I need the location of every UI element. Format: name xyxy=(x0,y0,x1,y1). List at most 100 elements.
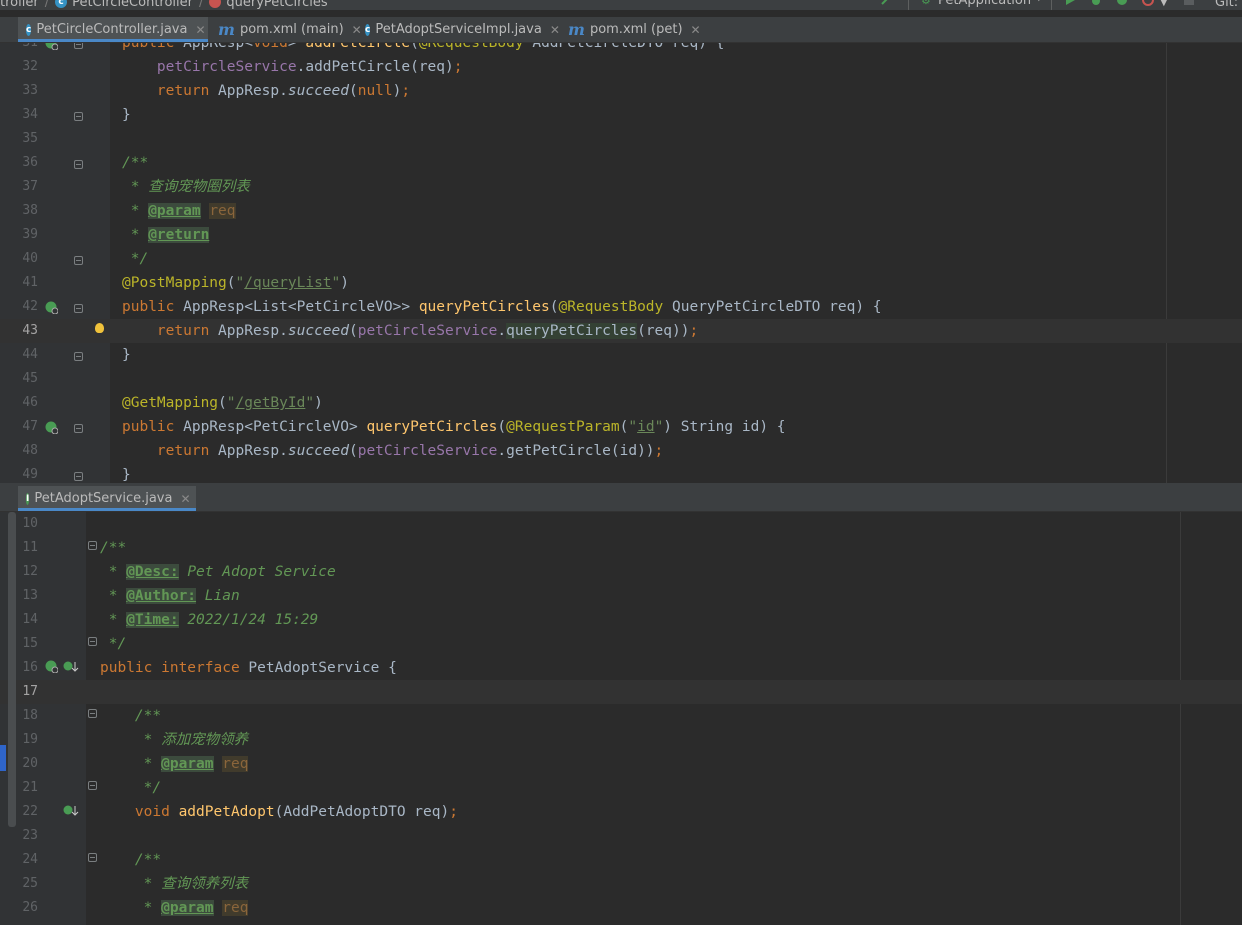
line-number[interactable]: 22 xyxy=(0,800,38,824)
run-configuration-dropdown[interactable]: ⚙ PetApplication ▼ xyxy=(908,0,1052,10)
tab-petadoptserviceimpl[interactable]: c PetAdoptServiceImpl.java ✕ xyxy=(357,17,560,42)
line-number[interactable]: 14 xyxy=(0,608,38,632)
line-number[interactable]: 11 xyxy=(0,536,38,560)
code-line[interactable]: 36 /** xyxy=(0,151,1242,175)
code-text[interactable]: return AppResp.succeed(petCircleService.… xyxy=(122,439,663,463)
code-text[interactable]: /** xyxy=(100,536,126,560)
tab-petcirclecontroller[interactable]: c PetCircleController.java ✕ xyxy=(18,17,208,42)
run-icon[interactable] xyxy=(1064,0,1076,6)
line-number[interactable]: 43 xyxy=(0,319,38,343)
code-text[interactable]: * @return xyxy=(122,223,210,247)
code-text[interactable]: @PostMapping("/queryList") xyxy=(122,271,349,295)
code-line[interactable]: 43 return AppResp.succeed(petCircleServi… xyxy=(0,319,1242,343)
code-text[interactable]: * @param req xyxy=(100,752,249,776)
code-line[interactable]: 35 xyxy=(0,127,1242,151)
spring-bean-icon[interactable] xyxy=(45,43,58,50)
line-number[interactable]: 35 xyxy=(0,127,38,151)
line-number[interactable]: 42 xyxy=(0,295,38,319)
code-text[interactable]: } xyxy=(122,343,131,367)
code-line[interactable]: 34} xyxy=(0,103,1242,127)
code-line[interactable]: 26 * @param req xyxy=(0,896,1242,920)
code-text[interactable]: public AppResp<List<PetCircleVO>> queryP… xyxy=(122,295,882,319)
code-text[interactable]: */ xyxy=(100,776,161,800)
line-number[interactable]: 23 xyxy=(0,824,38,848)
line-number[interactable]: 10 xyxy=(0,512,38,536)
code-line[interactable]: 39 * @return xyxy=(0,223,1242,247)
close-icon[interactable]: ✕ xyxy=(195,23,205,37)
code-line[interactable]: 32 petCircleService.addPetCircle(req); xyxy=(0,55,1242,79)
line-number[interactable]: 37 xyxy=(0,175,38,199)
editor-petadoptservice[interactable]: 10 11 /** 12 * @Desc: Pet Adopt Service 13 *… xyxy=(0,512,1242,925)
line-number[interactable]: 38 xyxy=(0,199,38,223)
code-text[interactable]: petCircleService.addPetCircle(req); xyxy=(122,55,463,79)
code-text[interactable]: * 查询领养列表 xyxy=(100,872,248,896)
code-line[interactable]: 44} xyxy=(0,343,1242,367)
code-line[interactable]: 38 * @param req xyxy=(0,199,1242,223)
code-text[interactable]: } xyxy=(122,103,131,127)
tab-pom-main[interactable]: m pom.xml (main) ✕ xyxy=(210,17,362,42)
line-number[interactable]: 13 xyxy=(0,584,38,608)
code-line[interactable]: 49} xyxy=(0,463,1242,483)
line-number[interactable]: 25 xyxy=(0,872,38,896)
stop-icon[interactable] xyxy=(1183,0,1195,6)
fold-marker[interactable] xyxy=(74,472,83,481)
code-text[interactable]: * @param req xyxy=(122,199,236,223)
spring-mapping-icon[interactable] xyxy=(45,301,58,314)
line-number[interactable]: 34 xyxy=(0,103,38,127)
code-text[interactable]: /** xyxy=(122,151,148,175)
breadcrumb-package[interactable]: troller xyxy=(0,0,39,10)
implemented-icon[interactable] xyxy=(63,804,79,817)
code-line[interactable]: 42 public AppResp<List<PetCircleVO>> quer… xyxy=(0,295,1242,319)
code-line[interactable]: 40 */ xyxy=(0,247,1242,271)
fold-marker[interactable] xyxy=(88,853,97,862)
fold-marker[interactable] xyxy=(74,304,83,313)
code-line[interactable]: 12 * @Desc: Pet Adopt Service xyxy=(0,560,1242,584)
code-line[interactable]: 48 return AppResp.succeed(petCircleServi… xyxy=(0,439,1242,463)
code-line[interactable]: 17 xyxy=(0,680,1242,704)
editor-petcirclecontroller[interactable]: 31public AppResp<void> addPetCircle(@Req… xyxy=(0,43,1242,483)
intention-bulb-icon[interactable] xyxy=(95,323,104,333)
code-text[interactable]: return AppResp.succeed(null); xyxy=(122,79,410,103)
fold-marker[interactable] xyxy=(74,352,83,361)
code-text[interactable]: */ xyxy=(122,247,148,271)
spring-mapping-icon[interactable] xyxy=(45,421,58,434)
code-text[interactable]: */ xyxy=(100,632,126,656)
line-number[interactable]: 15 xyxy=(0,632,38,656)
code-line[interactable]: 25 * 查询领养列表 xyxy=(0,872,1242,896)
coverage-icon[interactable] xyxy=(1116,0,1128,6)
line-number[interactable]: 16 xyxy=(0,656,38,680)
debug-icon[interactable] xyxy=(1090,0,1102,6)
code-line[interactable]: 21 */ xyxy=(0,776,1242,800)
close-icon[interactable]: ✕ xyxy=(550,23,560,37)
line-number[interactable]: 24 xyxy=(0,848,38,872)
code-line[interactable]: 20 * @param req xyxy=(0,752,1242,776)
code-line[interactable]: 18 /** xyxy=(0,704,1242,728)
code-text[interactable]: void addPetAdopt(AddPetAdoptDTO req); xyxy=(100,800,458,824)
code-text[interactable]: public AppResp<void> addPetCircle(@Reque… xyxy=(122,43,724,55)
code-line[interactable]: 31 public AppResp<void> addPetCircle(@Req… xyxy=(0,43,1242,55)
code-line[interactable]: 11 /** xyxy=(0,536,1242,560)
code-text[interactable]: @GetMapping("/getById") xyxy=(122,391,323,415)
code-line[interactable]: 41 @PostMapping("/queryList") xyxy=(0,271,1242,295)
line-number[interactable]: 32 xyxy=(0,55,38,79)
line-number[interactable]: 49 xyxy=(0,463,38,483)
breadcrumb-class[interactable]: PetCircleController xyxy=(72,0,193,10)
code-line[interactable]: 16 public interface PetAdoptService { xyxy=(0,656,1242,680)
fold-marker[interactable] xyxy=(74,112,83,121)
code-text[interactable]: * 查询宠物圈列表 xyxy=(122,175,250,199)
line-number[interactable]: 47 xyxy=(0,415,38,439)
code-text[interactable]: * @param req xyxy=(100,896,249,920)
line-number[interactable]: 33 xyxy=(0,79,38,103)
code-line[interactable]: 46 @GetMapping("/getById") xyxy=(0,391,1242,415)
tab-pom-pet[interactable]: m pom.xml (pet) ✕ xyxy=(560,17,701,42)
fold-marker[interactable] xyxy=(88,541,97,550)
breadcrumb-method[interactable]: queryPetCircles xyxy=(226,0,327,10)
fold-marker[interactable] xyxy=(88,637,97,646)
code-text[interactable]: } xyxy=(122,463,131,483)
vertical-scrollbar[interactable] xyxy=(8,512,16,827)
code-line[interactable]: 10 xyxy=(0,512,1242,536)
line-number[interactable]: 48 xyxy=(0,439,38,463)
implemented-icon[interactable] xyxy=(63,660,79,673)
code-line[interactable]: 23 xyxy=(0,824,1242,848)
spring-bean-icon[interactable] xyxy=(45,660,58,673)
